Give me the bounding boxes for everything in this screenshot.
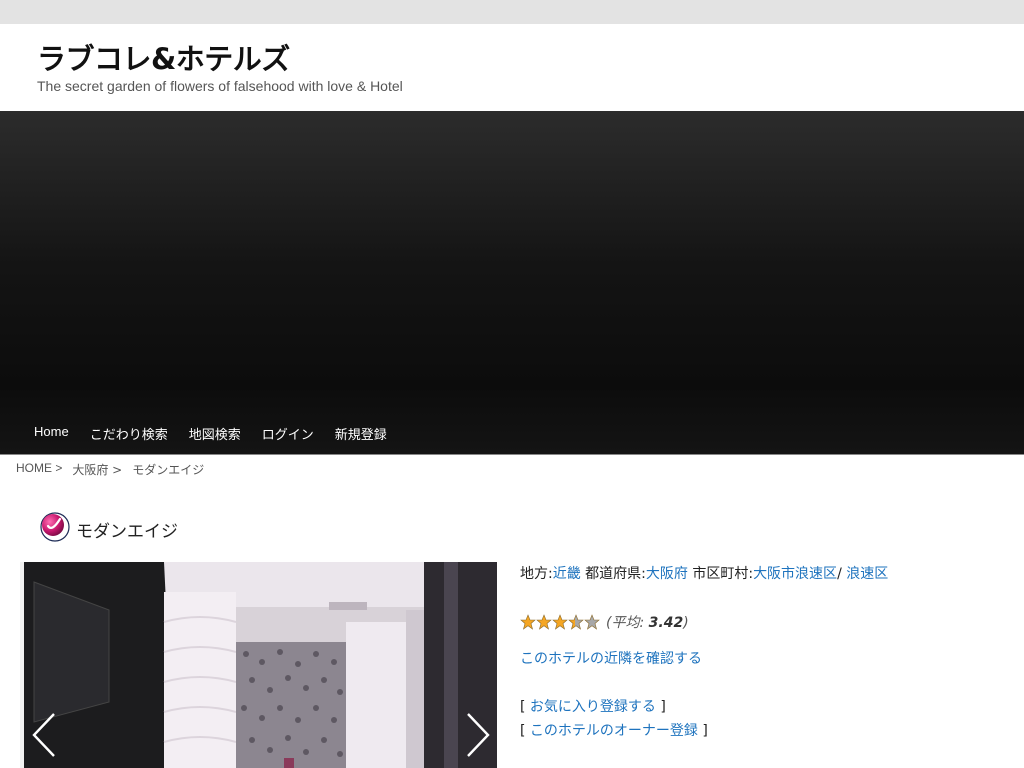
city-label: 市区町村: [692,566,754,582]
hotel-photo-gallery[interactable] [20,562,497,768]
nav-login[interactable]: ログイン [262,424,314,443]
nav-home[interactable]: Home [34,424,69,443]
breadcrumb: HOME > 大阪府 > モダンエイジ [16,461,204,478]
star-icon[interactable] [552,614,568,630]
site-tagline: The secret garden of flowers of falsehoo… [37,78,403,94]
city-link[interactable]: 大阪市浪速区 [753,566,837,582]
nearby-row: このホテルの近隣を確認する [520,648,702,668]
favorite-row: [ お気に入り登録する ] [520,696,666,716]
rating-average: (平均: 3.42) [606,612,689,632]
bracket-close: ] [702,723,708,739]
ward-link[interactable]: 浪速区 [846,566,888,582]
location-row: 地方:近畿 都道府県:大阪府 市区町村:大阪市浪速区/ 浪速区 [520,564,888,584]
logo-circle-icon [40,512,70,546]
prefecture-link[interactable]: 大阪府 [646,566,688,582]
star-icon[interactable] [568,614,584,630]
star-icon[interactable] [520,614,536,630]
rating-avg-value: 3.42 [648,615,684,631]
region-link[interactable]: 近畿 [553,566,581,582]
region-label: 地方: [520,566,553,582]
hotel-room-photo [24,562,497,768]
rating-close: ) [683,615,689,631]
chevron-right-icon[interactable] [464,712,492,762]
location-separator: / [837,566,842,582]
nav-advanced-search[interactable]: こだわり検索 [90,424,168,443]
site-title-link[interactable]: ラブコレ&ホテルズ [37,36,290,78]
breadcrumb-current: モダンエイジ [132,463,205,477]
star-rating[interactable] [520,614,600,630]
nearby-link[interactable]: このホテルの近隣を確認する [520,651,702,667]
star-icon[interactable] [584,614,600,630]
page-title: モダンエイジ [76,521,178,542]
breadcrumb-home[interactable]: HOME > [16,461,62,478]
favorite-link[interactable]: お気に入り登録する [530,699,656,715]
star-icon[interactable] [536,614,552,630]
top-bar [0,0,1024,24]
page-title-row: モダンエイジ [40,512,178,546]
site-header: ラブコレ&ホテルズ The secret garden of flowers o… [0,24,1024,111]
bracket-close: ] [660,699,666,715]
nav-map-search[interactable]: 地図検索 [189,424,241,443]
main-nav: Home こだわり検索 地図検索 ログイン 新規登録 [34,424,387,443]
prefecture-label: 都道府県: [585,566,646,582]
bracket-open: [ [520,699,526,715]
hero-banner: Home こだわり検索 地図検索 ログイン 新規登録 [0,111,1024,455]
breadcrumb-prefecture[interactable]: 大阪府 > [72,461,122,478]
nav-register[interactable]: 新規登録 [335,424,387,443]
bracket-open: [ [520,723,526,739]
rating-avg-label: 平均: [611,615,649,631]
owner-row: [ このホテルのオーナー登録 ] [520,720,708,740]
hotel-info: 地方:近畿 都道府県:大阪府 市区町村:大阪市浪速区/ 浪速区 (平均: 3.4… [520,564,888,739]
chevron-left-icon[interactable] [30,712,58,762]
owner-register-link[interactable]: このホテルのオーナー登録 [530,723,698,739]
rating-row: (平均: 3.42) [520,612,689,632]
